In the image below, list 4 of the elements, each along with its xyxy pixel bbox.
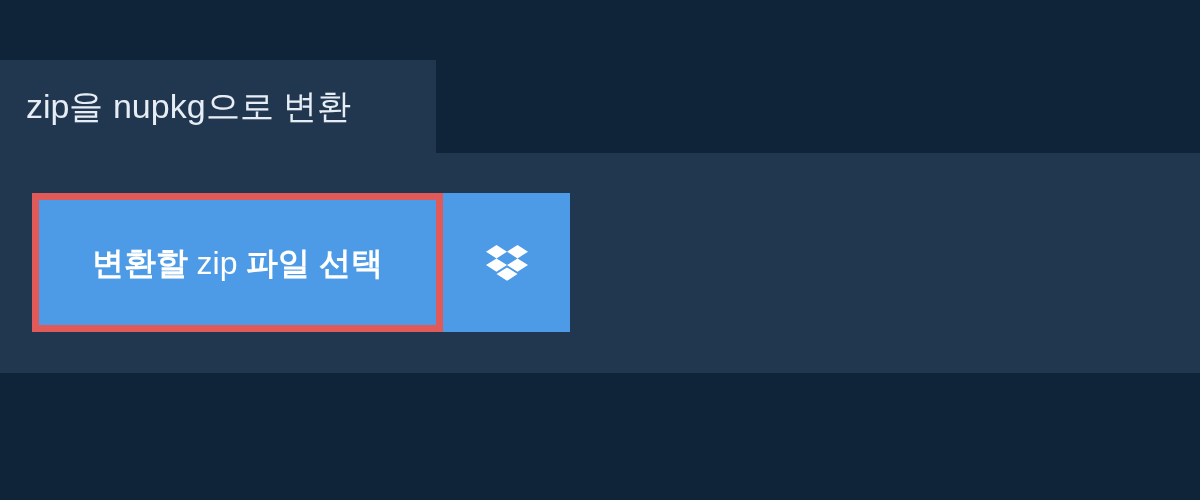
dropbox-icon [485, 244, 528, 281]
page-title: zip을 nupkg으로 변환 [26, 86, 351, 127]
dropbox-button[interactable] [443, 193, 570, 332]
select-file-button[interactable]: 변환할 zip 파일 선택 [32, 193, 443, 332]
